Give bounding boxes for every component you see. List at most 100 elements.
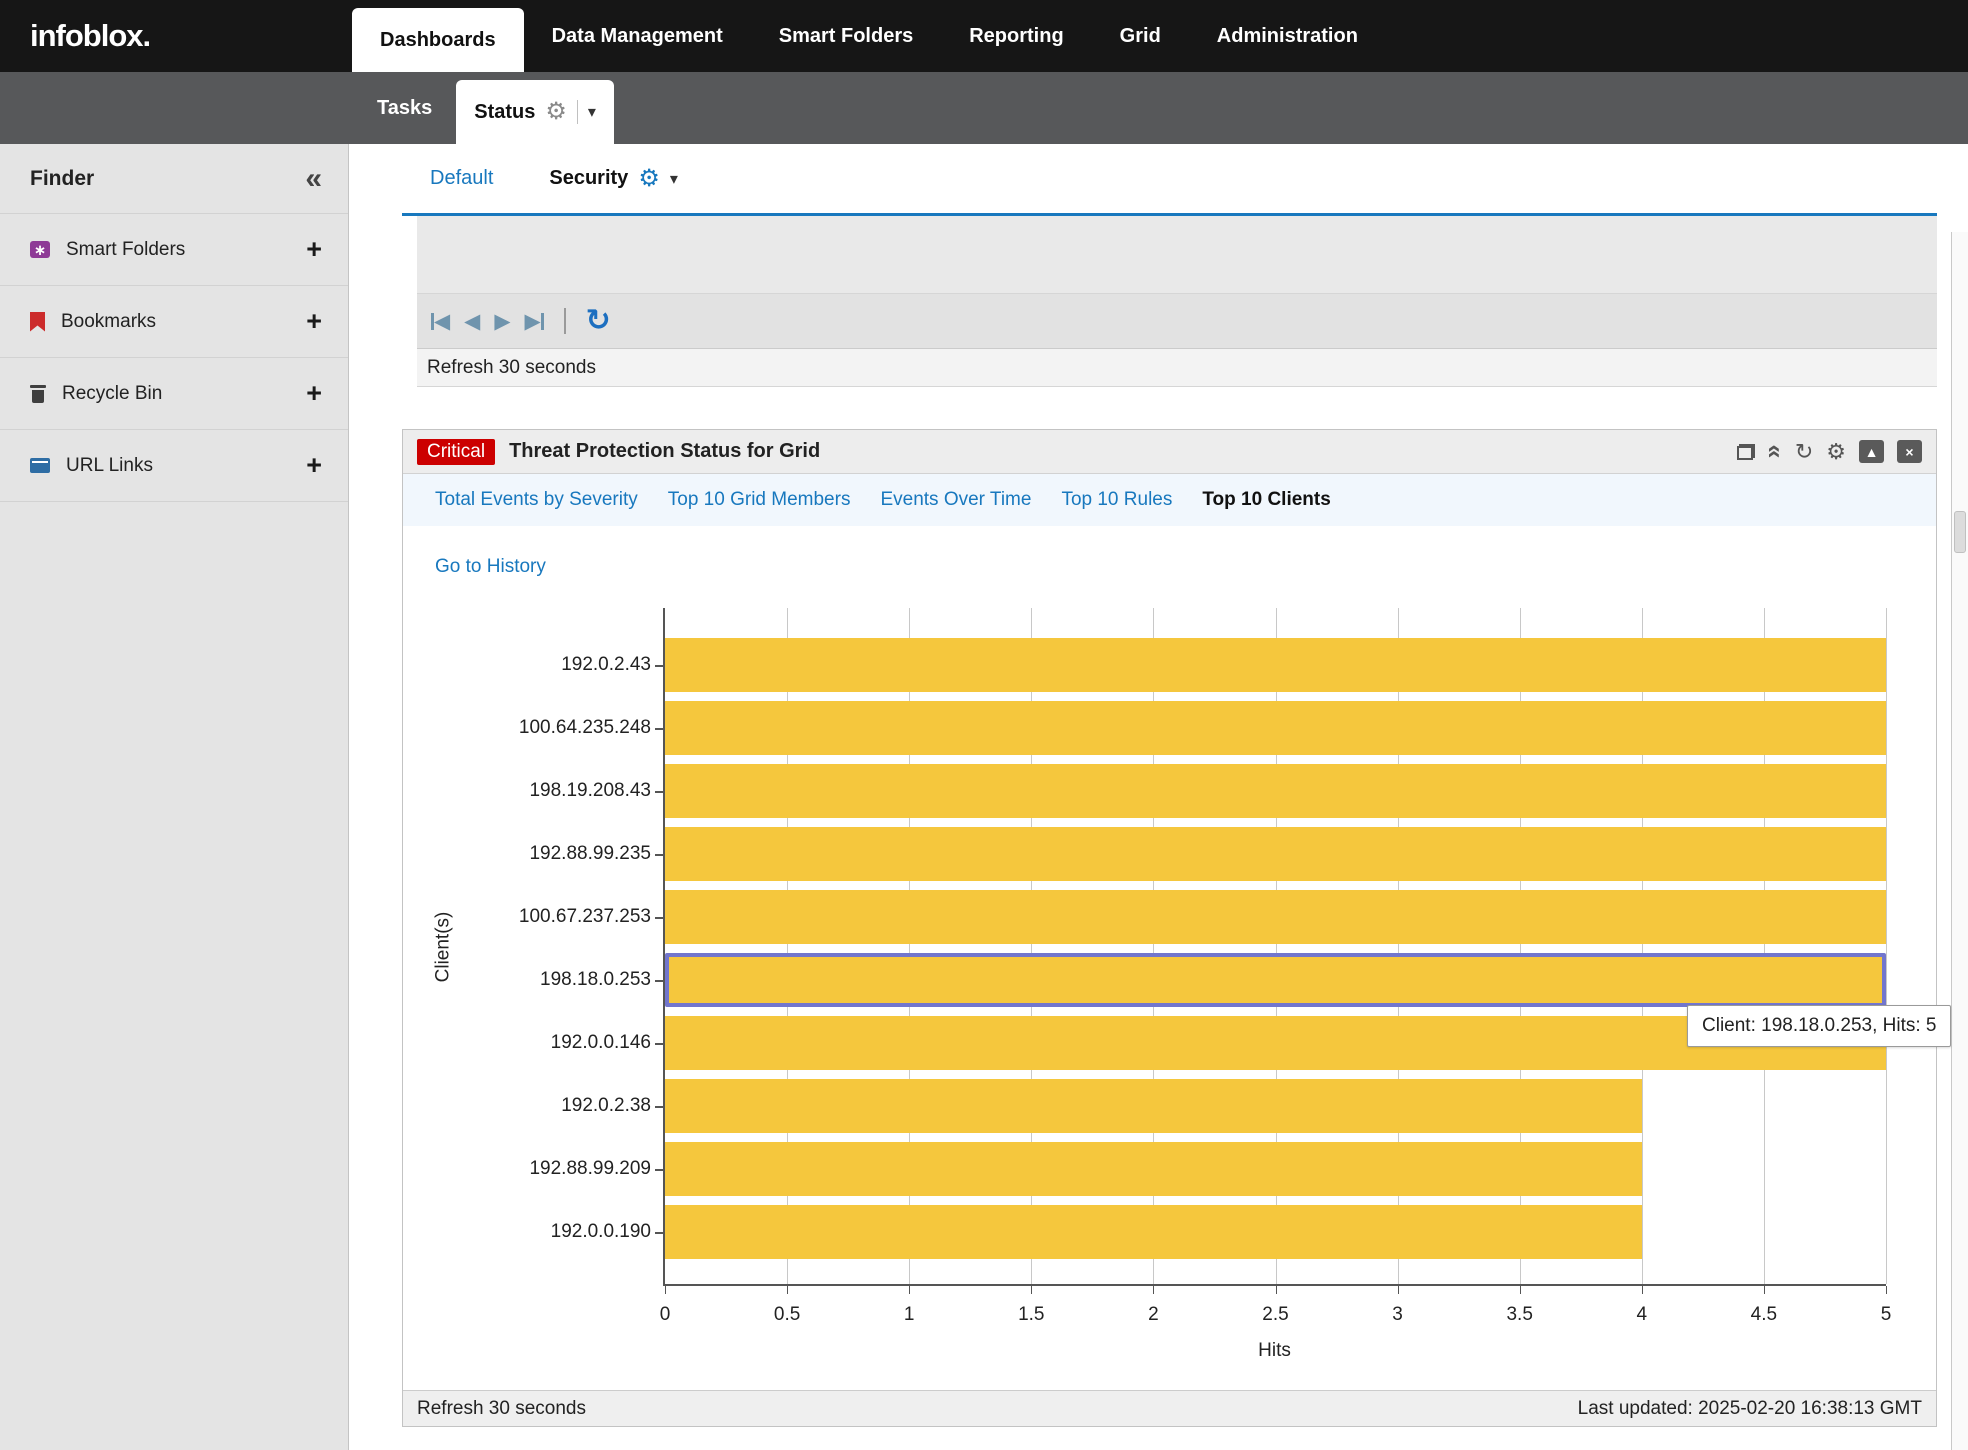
restore-icon[interactable] — [1737, 444, 1755, 460]
finder-item-smart-folders[interactable]: ∗Smart Folders+ — [0, 214, 348, 286]
nav-tab-smart-folders[interactable]: Smart Folders — [751, 0, 941, 72]
widget-tab-top-10-grid-members[interactable]: Top 10 Grid Members — [668, 489, 851, 511]
bookmarks-icon — [30, 312, 45, 332]
finder-title: Finder — [30, 167, 94, 191]
nav-tab-reporting[interactable]: Reporting — [941, 0, 1091, 72]
main-content: Default Security ⚙ ▾ ◀ ◀ ▶ ▶ ↻ Refresh 30 s… — [349, 144, 1968, 1450]
widget-tab-top-10-rules[interactable]: Top 10 Rules — [1061, 489, 1172, 511]
widget-settings-gear-icon[interactable]: ⚙ — [1826, 441, 1846, 463]
bar-198-18-0-253[interactable] — [665, 953, 1886, 1007]
x-tick-mark — [1764, 1286, 1765, 1294]
y-tick-label: 100.67.237.253 — [463, 885, 663, 948]
finder-item-label: URL Links — [66, 455, 290, 477]
y-axis-title: Client(s) — [432, 912, 454, 983]
finder-item-label: Recycle Bin — [62, 383, 290, 405]
recycle-bin-icon — [30, 384, 46, 403]
x-tick-label: 1 — [904, 1304, 915, 1326]
bar-192-88-99-209[interactable] — [665, 1142, 1642, 1196]
collapse-panel-icon[interactable]: « — [305, 164, 322, 194]
bar-192-88-99-235[interactable] — [665, 827, 1886, 881]
sub-tab-status[interactable]: Status⚙▾ — [456, 80, 614, 144]
x-tick-label: 2.5 — [1262, 1304, 1288, 1326]
y-tick-label: 198.19.208.43 — [463, 759, 663, 822]
x-tick-label: 1.5 — [1018, 1304, 1044, 1326]
refresh-interval-label: Refresh 30 seconds — [417, 348, 1937, 387]
chart-row — [665, 885, 1886, 948]
x-tick-mark — [1642, 1286, 1643, 1294]
scrollbar[interactable] — [1951, 232, 1968, 1450]
scrollbar-thumb[interactable] — [1954, 511, 1966, 553]
y-tick-label: 192.88.99.235 — [463, 822, 663, 885]
nav-tab-administration[interactable]: Administration — [1189, 0, 1386, 72]
collapse-widget-icon[interactable]: « — [1762, 445, 1787, 459]
tab-separator — [577, 100, 578, 124]
widget-tab-total-events-by-severity[interactable]: Total Events by Severity — [435, 489, 638, 511]
dashboard-tab-label: Security — [549, 167, 628, 190]
top-nav: infoblox. DashboardsData ManagementSmart… — [0, 0, 1968, 72]
chart-tooltip: Client: 198.18.0.253, Hits: 5 — [1687, 1005, 1951, 1047]
refresh-icon[interactable]: ↻ — [586, 306, 611, 336]
finder-item-bookmarks[interactable]: Bookmarks + — [0, 286, 348, 358]
bar-192-0-0-190[interactable] — [665, 1205, 1642, 1259]
y-tick-label: 198.18.0.253 — [463, 948, 663, 1011]
layout: Finder « ∗Smart Folders+Bookmarks+Recycl… — [0, 144, 1968, 1450]
widget-tab-top-10-clients[interactable]: Top 10 Clients — [1202, 489, 1330, 511]
x-tick-mark — [909, 1286, 910, 1294]
close-icon[interactable]: × — [1897, 440, 1922, 463]
widget-tab-events-over-time[interactable]: Events Over Time — [880, 489, 1031, 511]
gear-icon[interactable]: ⚙ — [638, 167, 660, 191]
add-recycle-bin-icon[interactable]: + — [306, 380, 322, 407]
bar-192-0-2-38[interactable] — [665, 1079, 1642, 1133]
finder-item-url-links[interactable]: URL Links + — [0, 430, 348, 502]
bar-198-19-208-43[interactable] — [665, 764, 1886, 818]
finder-item-recycle-bin[interactable]: Recycle Bin + — [0, 358, 348, 430]
chart-row — [665, 822, 1886, 885]
add-bookmarks-icon[interactable]: + — [306, 308, 322, 335]
chart-row — [665, 1200, 1886, 1263]
pager: ◀ ◀ ▶ ▶ ↻ — [417, 294, 1937, 348]
x-tick-mark — [1276, 1286, 1277, 1294]
sub-tab-label: Tasks — [377, 97, 432, 120]
x-tick-label: 4 — [1637, 1304, 1648, 1326]
toolbar-empty-area — [417, 216, 1937, 294]
last-page-button[interactable]: ▶ — [524, 311, 543, 332]
caret-down-icon[interactable]: ▾ — [588, 102, 596, 122]
y-tick-label: 192.88.99.209 — [463, 1137, 663, 1200]
dashboard-tab-default[interactable]: Default — [402, 144, 521, 213]
dashboard-tab-security[interactable]: Security ⚙ ▾ — [521, 144, 705, 213]
add-smart-folders-icon[interactable]: + — [306, 236, 322, 263]
previous-page-button[interactable]: ◀ — [464, 311, 480, 332]
go-to-history-link[interactable]: Go to History — [435, 556, 546, 578]
x-tick-mark — [1153, 1286, 1154, 1294]
finder-item-label: Smart Folders — [66, 239, 290, 261]
first-page-button[interactable]: ◀ — [431, 311, 450, 332]
bar-100-64-235-248[interactable] — [665, 701, 1886, 755]
next-page-button[interactable]: ▶ — [494, 311, 510, 332]
dashboard-tabs: Default Security ⚙ ▾ — [402, 144, 1937, 216]
gear-icon[interactable]: ⚙ — [545, 100, 567, 124]
widget-refresh-label: Refresh 30 seconds — [417, 1398, 586, 1420]
finder-item-label: Bookmarks — [61, 311, 290, 333]
nav-tab-grid[interactable]: Grid — [1092, 0, 1189, 72]
first-page-arrow-icon: ◀ — [434, 311, 450, 332]
sub-nav-tabs: TasksStatus⚙▾ — [353, 72, 614, 144]
nav-tab-data-management[interactable]: Data Management — [524, 0, 751, 72]
caret-down-icon[interactable]: ▾ — [670, 169, 678, 189]
sub-tab-tasks[interactable]: Tasks — [353, 72, 456, 144]
nav-tab-dashboards[interactable]: Dashboards — [352, 8, 524, 72]
main-nav: DashboardsData ManagementSmart FoldersRe… — [352, 0, 1386, 72]
y-tick-label: 192.0.2.38 — [463, 1074, 663, 1137]
y-tick-label: 100.64.235.248 — [463, 696, 663, 759]
x-tick-label: 0.5 — [774, 1304, 800, 1326]
app-logo: infoblox. — [0, 0, 352, 72]
refresh-widget-icon[interactable]: ↻ — [1795, 441, 1813, 463]
add-url-links-icon[interactable]: + — [306, 452, 322, 479]
bar-192-0-2-43[interactable] — [665, 638, 1886, 692]
bar-100-67-237-253[interactable] — [665, 890, 1886, 944]
chart-row — [665, 633, 1886, 696]
maximize-icon[interactable]: ▲ — [1859, 440, 1884, 463]
x-tick-label: 4.5 — [1751, 1304, 1777, 1326]
threat-protection-widget: Critical Threat Protection Status for Gr… — [402, 429, 1937, 1427]
widget-header: Critical Threat Protection Status for Gr… — [403, 430, 1936, 474]
page: infoblox. DashboardsData ManagementSmart… — [0, 0, 1968, 1450]
